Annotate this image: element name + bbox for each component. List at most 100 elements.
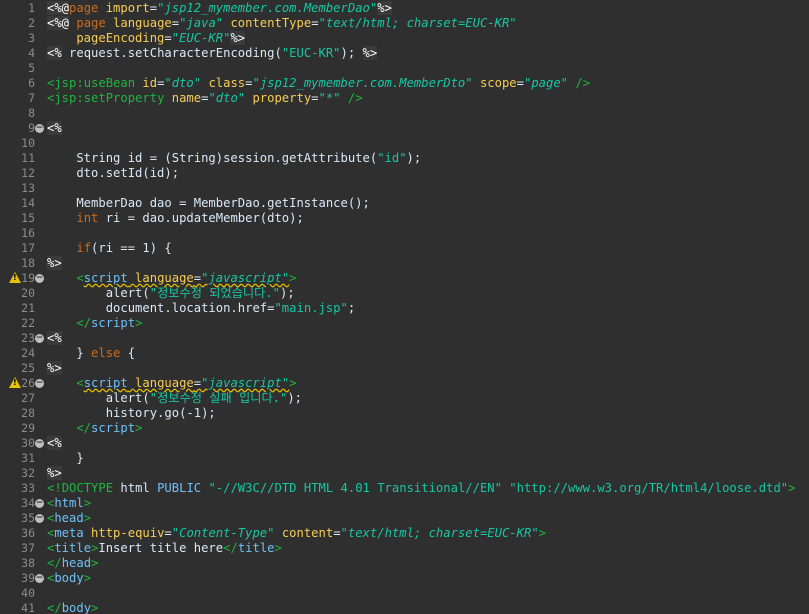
code-text: if(ri == 1) {	[47, 241, 172, 256]
line-number: 40	[21, 586, 35, 600]
code-token: "dto"	[208, 91, 246, 105]
line-number: 20	[21, 286, 35, 300]
code-token: );	[280, 286, 295, 300]
code-token: );	[406, 151, 422, 165]
line-number: 25	[21, 361, 35, 375]
line-number: 15	[21, 211, 35, 225]
code-token: jsp:useBean	[54, 76, 136, 90]
code-token: >	[135, 316, 143, 330]
code-token: <%	[47, 121, 62, 135]
code-token: dto.setId(id);	[47, 166, 180, 180]
code-token: >	[289, 376, 297, 390]
warning-icon[interactable]	[9, 272, 21, 283]
line-number: 11	[21, 151, 35, 165]
code-token: meta	[54, 526, 84, 540]
code-token: >	[83, 496, 92, 510]
code-token: "main.jsp"	[274, 301, 348, 315]
code-token: pageEncoding	[47, 31, 165, 45]
code-token: <%@	[47, 16, 70, 30]
code-token: document.location.href=	[47, 301, 275, 315]
line-number: 22	[21, 316, 35, 330]
code-token: </	[47, 601, 62, 614]
code-text: dto.setId(id);	[47, 166, 179, 181]
code-token: />	[340, 91, 363, 105]
code-token: PUBLIC	[157, 481, 202, 495]
code-token: =	[171, 16, 180, 30]
code-text: <script language="javascript">	[47, 271, 297, 286]
code-token: language	[127, 376, 194, 390]
code-token: body	[61, 601, 92, 614]
line-number: 14	[21, 196, 35, 210]
code-token: "정보수정 실패 입니다."	[149, 391, 288, 405]
line-number: 4	[28, 46, 35, 60]
code-token: =	[193, 271, 202, 285]
fold-toggle-icon[interactable]: −	[35, 574, 44, 583]
code-token: />	[568, 76, 591, 90]
code-token: script	[91, 316, 136, 330]
fold-toggle-icon[interactable]: −	[35, 499, 44, 508]
code-token: =	[149, 1, 158, 15]
warning-icon[interactable]	[9, 377, 21, 388]
line-number: 10	[21, 136, 35, 150]
line-number: 36	[21, 526, 35, 540]
code-text: </script>	[47, 421, 142, 436]
code-token: request.setCharacterEncoding(	[61, 46, 282, 60]
fold-toggle-icon[interactable]: −	[35, 334, 44, 343]
code-token: =	[516, 76, 524, 90]
code-token: <%	[47, 436, 62, 450]
code-token: "page"	[523, 76, 569, 90]
code-token: import	[105, 1, 150, 15]
fold-toggle-icon[interactable]: −	[35, 514, 44, 523]
code-text: document.location.href="main.jsp";	[47, 301, 356, 316]
fold-toggle-icon[interactable]: −	[35, 124, 44, 133]
code-text: String id = (String)session.getAttribute…	[47, 151, 421, 166]
code-token: >	[91, 601, 99, 614]
code-text: <%	[47, 331, 62, 346]
line-number: 29	[21, 421, 35, 435]
code-token: >	[83, 571, 92, 585]
code-token: script	[83, 376, 128, 390]
line-number: 35	[21, 511, 35, 525]
fold-toggle-icon[interactable]: −	[35, 379, 44, 388]
code-token: "text/html; charset=EUC-KR"	[318, 16, 517, 30]
code-token: >	[289, 271, 297, 285]
code-token: "text/html; charset=EUC-KR"	[340, 526, 539, 540]
code-token: <	[47, 271, 84, 285]
code-token: else	[91, 346, 121, 360]
code-token: %>	[362, 46, 378, 60]
line-number: 33	[21, 481, 35, 495]
code-token: (ri == 1) {	[91, 241, 172, 255]
code-token: >	[274, 541, 282, 555]
fold-toggle-icon[interactable]: −	[35, 439, 44, 448]
code-token: =	[311, 16, 319, 30]
code-token: "jsp12_mymember.com.MemberDao"	[157, 1, 378, 15]
code-text: %>	[47, 361, 62, 376]
code-text: <head>	[47, 511, 91, 526]
line-number: 13	[21, 181, 35, 195]
code-token: DOCTYPE	[61, 481, 114, 495]
line-number: 5	[28, 61, 35, 75]
code-text: <html>	[47, 496, 91, 511]
code-token: <%	[47, 46, 62, 60]
fold-toggle-icon[interactable]: −	[35, 274, 44, 283]
line-number: 24	[21, 346, 35, 360]
code-token: title	[54, 541, 92, 555]
code-token: );	[340, 46, 363, 60]
code-text: <%	[47, 121, 62, 136]
code-token: <	[47, 376, 84, 390]
code-token: content	[274, 526, 334, 540]
line-number: 41	[21, 601, 35, 614]
code-token: html	[54, 496, 84, 510]
code-token: );	[287, 391, 303, 405]
code-editor[interactable]: 1 <%@page import="jsp12_mymember.com.Memb…	[0, 0, 809, 614]
code-token: >	[83, 511, 92, 525]
code-token: "dto"	[164, 76, 202, 90]
code-token: =	[164, 31, 172, 45]
code-token: class	[201, 76, 246, 90]
code-token: String id = (String)session.getAttribute…	[47, 151, 378, 165]
code-token: >	[538, 526, 547, 540]
code-token: alert(	[47, 286, 150, 300]
code-token: language	[127, 271, 194, 285]
code-token: "EUC-KR"	[281, 46, 341, 60]
